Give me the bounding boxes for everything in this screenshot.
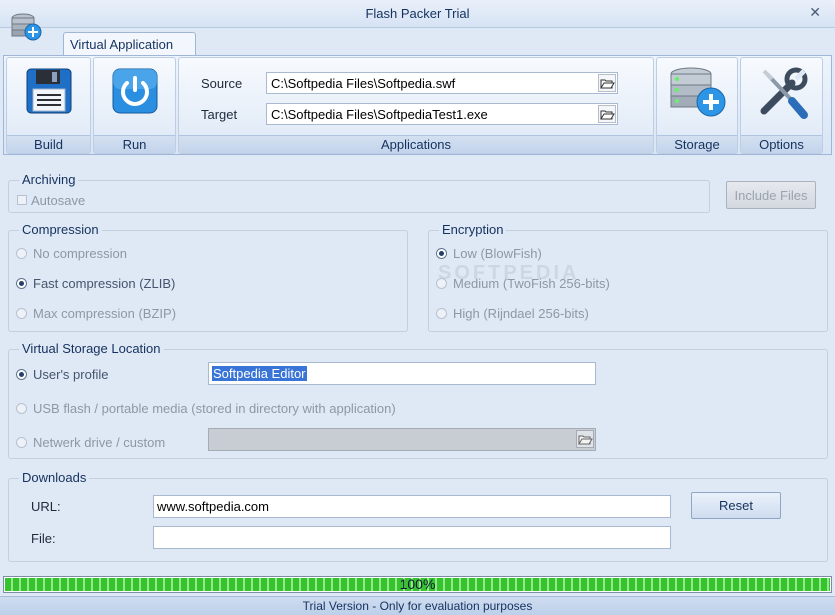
file-label: File: xyxy=(31,531,56,546)
power-icon xyxy=(112,68,157,114)
file-input[interactable] xyxy=(153,526,671,549)
option-high-rijndael: High (Rijndael 256-bits) xyxy=(453,306,589,321)
radio-users-profile[interactable] xyxy=(16,369,27,380)
run-button[interactable]: Run xyxy=(93,57,176,154)
applications-label: Applications xyxy=(179,135,653,153)
progress-bar: 100% xyxy=(3,576,832,593)
build-button[interactable]: Build xyxy=(6,57,91,154)
status-bar: Trial Version - Only for evaluation purp… xyxy=(0,596,835,615)
option-fast-compression: Fast compression (ZLIB) xyxy=(33,276,176,291)
window-title: Flash Packer Trial xyxy=(365,6,470,21)
radio-fast-compression[interactable] xyxy=(16,278,27,289)
progress-text: 100% xyxy=(399,576,436,592)
option-low-blowfish: Low (BlowFish) xyxy=(453,246,542,261)
options-label: Options xyxy=(741,135,822,153)
virtual-storage-title: Virtual Storage Location xyxy=(19,341,164,356)
watermark: SOFTPEDIA xyxy=(438,262,580,284)
source-value: C:\Softpedia Files\Softpedia.swf xyxy=(271,76,456,91)
storage-button[interactable]: Storage xyxy=(656,57,738,154)
profile-name-value: Softpedia Editor xyxy=(212,366,307,381)
tab-virtual-application[interactable]: Virtual Application xyxy=(63,32,196,56)
autosave-label: Autosave xyxy=(31,193,86,208)
options-button[interactable]: Options xyxy=(740,57,823,154)
url-value: www.softpedia.com xyxy=(157,499,269,514)
radio-low-blowfish[interactable] xyxy=(436,248,447,259)
autosave-checkbox[interactable] xyxy=(17,195,27,205)
storage-stack-plus-icon xyxy=(11,13,42,41)
radio-high-rijndael[interactable] xyxy=(436,308,447,319)
profile-name-input[interactable]: Softpedia Editor xyxy=(208,362,596,385)
source-field[interactable]: C:\Softpedia Files\Softpedia.swf xyxy=(266,72,618,94)
folder-open-icon[interactable] xyxy=(576,430,594,448)
network-path-input[interactable] xyxy=(208,428,596,451)
url-input[interactable]: www.softpedia.com xyxy=(153,495,671,518)
radio-no-compression[interactable] xyxy=(16,248,27,259)
downloads-group: Downloads URL: File: xyxy=(8,470,828,562)
option-network-drive: Netwerk drive / custom xyxy=(33,435,166,450)
option-no-compression: No compression xyxy=(33,246,127,261)
url-label: URL: xyxy=(31,499,61,514)
target-value: C:\Softpedia Files\SoftpediaTest1.exe xyxy=(271,107,488,122)
target-field[interactable]: C:\Softpedia Files\SoftpediaTest1.exe xyxy=(266,103,618,125)
title-bar: Flash Packer Trial ✕ xyxy=(0,0,835,28)
option-usb-flash: USB flash / portable media (stored in di… xyxy=(33,401,396,416)
downloads-title: Downloads xyxy=(19,470,90,485)
storage-label: Storage xyxy=(657,135,737,153)
option-max-compression: Max compression (BZIP) xyxy=(33,306,177,321)
floppy-disk-icon xyxy=(26,68,71,114)
close-icon[interactable]: ✕ xyxy=(809,4,821,21)
radio-max-compression[interactable] xyxy=(16,308,27,319)
include-files-button[interactable]: Include Files xyxy=(726,181,816,209)
archiving-group: Archiving Autosave xyxy=(8,172,710,213)
storage-stack-plus-icon xyxy=(670,67,726,117)
folder-open-icon[interactable] xyxy=(598,74,616,92)
source-label: Source xyxy=(201,76,243,91)
radio-network-drive[interactable] xyxy=(16,437,27,448)
target-label: Target xyxy=(201,107,238,122)
folder-open-icon[interactable] xyxy=(598,105,616,123)
radio-usb-flash[interactable] xyxy=(16,403,27,414)
encryption-title: Encryption xyxy=(439,222,507,237)
ribbon: Build Run Source C:\Softpedia Files\Soft… xyxy=(3,55,832,155)
compression-title: Compression xyxy=(19,222,102,237)
wrench-screwdriver-icon xyxy=(760,67,808,119)
option-users-profile: User's profile xyxy=(33,367,109,382)
compression-group: Compression No compression Fast compress… xyxy=(8,222,408,332)
archiving-title: Archiving xyxy=(19,172,79,187)
run-label: Run xyxy=(94,135,175,153)
applications-group: Source C:\Softpedia Files\Softpedia.swf … xyxy=(178,57,654,154)
reset-button[interactable]: Reset xyxy=(691,492,781,519)
build-label: Build xyxy=(7,135,90,153)
